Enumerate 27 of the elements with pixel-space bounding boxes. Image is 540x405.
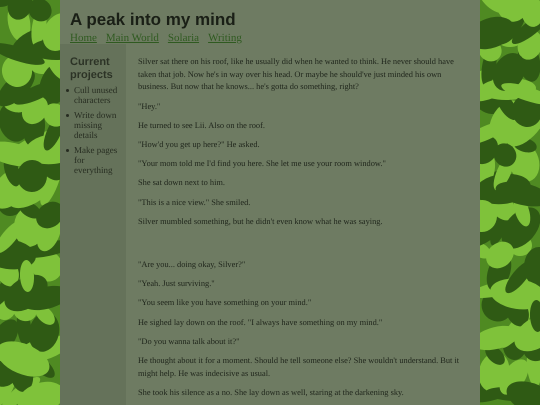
story-paragraph: "Your mom told me I'd find you here. She let me use your room window." [138, 158, 387, 170]
story-paragraph: "Hey." [138, 100, 162, 113]
project-item: Write down missing details [74, 110, 118, 140]
project-item: Cull unused characters [74, 85, 118, 105]
story-paragraph: "Do you wanna talk about it?" [138, 336, 240, 348]
story-paragraph: She sat down next to him. [138, 177, 226, 190]
site-title: A peak into my mind [70, 10, 237, 30]
nav-link[interactable]: Solaria [168, 32, 200, 44]
story-paragraph: "How'd you get up here?" He asked. [138, 139, 261, 152]
nav-link[interactable]: Home [70, 32, 97, 44]
project-item: Make pages for everything [74, 145, 118, 175]
nav-link[interactable]: Main World [106, 32, 159, 44]
story-paragraph: He thought about it for a moment. Should he tell someone else? She wouldn't understand. But it might help. He was indecisive as usual. [138, 355, 460, 380]
story-paragraph: "Yeah. Just surviving." [138, 278, 216, 290]
bullet-icon [66, 149, 69, 152]
sidebar-title: Current projects [70, 56, 114, 82]
story-paragraph: Silver mumbled something, but he didn't even know what he was saying. [138, 216, 384, 228]
bullet-icon [66, 89, 69, 92]
story-paragraph: "Are you... doing okay, Silver?" [138, 259, 246, 272]
story-paragraph: "This is a nice view." She smiled. [138, 196, 252, 209]
story-paragraph: Silver sat there on his roof, like he usually did when he wanted to think. He never should have taken that job. Now he's in way over his head. Or maybe he should've just minded his own business. But now that he knows... he's gotta do something, right? [138, 56, 455, 94]
nav-link[interactable]: Writing [208, 32, 242, 44]
story-paragraph: He sighed lay down on the roof. "I always have something on my mind." [138, 316, 384, 329]
story-paragraph: He turned to see Lii. Also on the roof. [138, 120, 266, 132]
bullet-icon [66, 114, 69, 117]
story-paragraph: She took his silence as a no. She lay down as well, staring at the darkening sky. [138, 386, 405, 399]
story-paragraph: "You seem like you have something on your mind." [138, 297, 312, 310]
